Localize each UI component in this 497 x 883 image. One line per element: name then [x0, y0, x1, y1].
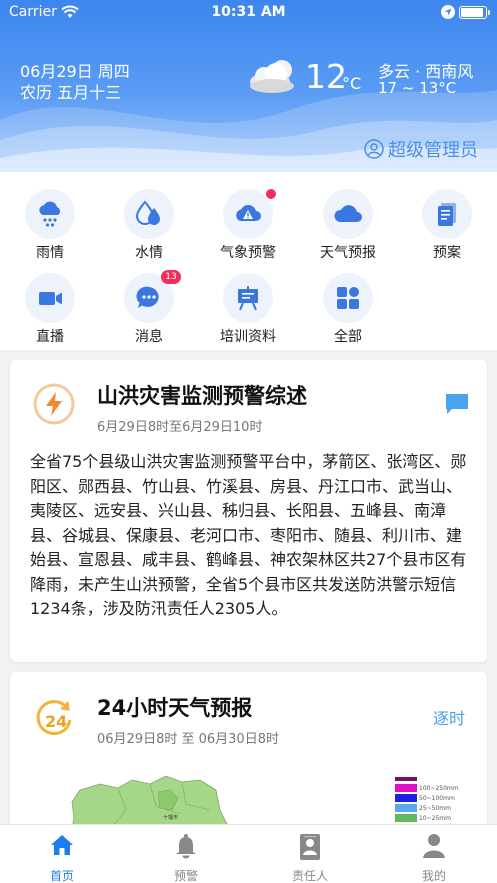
flood-warning-summary-card[interactable]: 山洪灾害监测预警综述 6月29日8时至6月29日10时 全省75个县级山洪灾害监… — [10, 360, 487, 662]
user-icon — [364, 139, 384, 159]
status-time: 10:31 AM — [211, 4, 286, 20]
grid-item-label: 直播 — [36, 329, 64, 345]
precipitation-legend: 100~250mm 50~100mm 25~50mm 10~25mm — [395, 775, 459, 823]
header: Carrier 10:31 AM 06月29日 周四 农历 五月十三 12 °C… — [0, 0, 497, 172]
card-title: 山洪灾害监测预警综述 — [97, 384, 307, 408]
location-arrow-icon — [441, 5, 455, 19]
card-title: 24小时天气预报 — [97, 696, 253, 720]
document-icon — [438, 203, 456, 226]
grid-item-label: 预案 — [433, 245, 461, 261]
user-role-label: 超级管理员 — [388, 140, 478, 161]
grid-item-plan[interactable]: 预案 — [397, 180, 497, 261]
notification-dot — [264, 187, 278, 201]
grid-item-weather-warning[interactable]: 气象预警 — [198, 180, 298, 261]
legend-item: 50~100mm — [395, 793, 459, 803]
grid-item-messages[interactable]: 13 消息 — [99, 264, 199, 345]
contact-card-icon — [300, 834, 320, 860]
apps-grid-icon — [337, 287, 359, 309]
water-drop-icon — [135, 200, 160, 225]
bottom-tab-bar: 首页 预警 责任人 我的 — [0, 824, 497, 883]
weather-forecast-card[interactable]: 24 24小时天气预报 06月29日8时 至 06月30日8时 逐时 十堰市 1… — [10, 672, 487, 832]
grid-item-label: 气象预警 — [220, 245, 276, 261]
tab-label: 预警 — [173, 869, 198, 883]
tab-warning[interactable]: 预警 — [124, 825, 248, 883]
card-body-text: 全省75个县级山洪灾害监测预警平台中，茅箭区、张湾区、郧阳区、郧西县、竹山县、竹… — [30, 452, 467, 618]
card-subtitle: 06月29日8时 至 06月30日8时 — [97, 732, 279, 747]
lunar-date-label: 农历 五月十三 — [20, 83, 122, 102]
tab-label: 责任人 — [291, 869, 328, 883]
easel-board-icon — [238, 286, 258, 311]
video-camera-icon — [39, 292, 62, 305]
cloud-icon — [334, 205, 362, 222]
lightning-icon — [33, 383, 75, 425]
bell-icon — [176, 834, 196, 859]
temperature-value: 12 — [305, 57, 347, 96]
precipitation-map: 十堰市 — [71, 775, 233, 832]
legend-swatch — [395, 784, 417, 792]
tab-home[interactable]: 首页 — [0, 825, 124, 883]
home-icon — [51, 835, 73, 855]
battery-icon — [459, 6, 490, 19]
tab-label: 我的 — [421, 869, 446, 883]
grid-item-all[interactable]: 全部 — [298, 264, 398, 345]
legend-swatch — [395, 794, 417, 802]
grid-item-label: 培训资料 — [220, 329, 276, 345]
rain-icon — [39, 201, 61, 227]
grid-item-weather-forecast[interactable]: 天气预报 — [298, 180, 398, 261]
legend-item: 10~25mm — [395, 813, 459, 823]
grid-item-rain[interactable]: 雨情 — [0, 180, 100, 261]
user-role-button[interactable]: 超级管理员 — [364, 136, 478, 162]
grid-item-label: 雨情 — [36, 245, 64, 261]
legend-swatch — [395, 814, 417, 822]
temperature-unit: °C — [342, 74, 362, 93]
status-bar: Carrier 10:31 AM — [0, 0, 497, 26]
grid-item-live[interactable]: 直播 — [0, 264, 100, 345]
chat-bubble-icon — [136, 286, 159, 308]
grid-item-label: 天气预报 — [320, 245, 376, 261]
person-icon — [423, 834, 445, 858]
temperature-range: 17 ~ 13°C — [378, 79, 457, 97]
comment-icon[interactable] — [444, 391, 470, 417]
message-count-badge: 13 — [161, 270, 181, 284]
legend-item: 25~50mm — [395, 803, 459, 813]
card-subtitle: 6月29日8时至6月29日10时 — [97, 420, 263, 435]
24-hour-label: 24 — [45, 712, 68, 731]
tab-label: 首页 — [49, 869, 74, 883]
tab-profile[interactable]: 我的 — [372, 825, 496, 883]
legend-item: 100~250mm — [395, 783, 459, 793]
map-city-label: 十堰市 — [163, 814, 178, 821]
cloudy-weather-icon — [250, 60, 294, 93]
grid-item-training[interactable]: 培训资料 — [198, 264, 298, 345]
feature-grid: 雨情 水情 气象预警 天气预报 预案 直播 13 消息 培训资料 全部 — [0, 172, 497, 350]
grid-item-label: 消息 — [135, 329, 163, 345]
hourly-link[interactable]: 逐时 — [433, 705, 465, 729]
tab-responsible-person[interactable]: 责任人 — [248, 825, 372, 883]
grid-item-label: 水情 — [135, 245, 163, 261]
grid-item-label: 全部 — [334, 329, 362, 345]
legend-swatch — [395, 804, 417, 812]
weather-warning-icon — [236, 204, 261, 221]
grid-item-water[interactable]: 水情 — [99, 180, 199, 261]
